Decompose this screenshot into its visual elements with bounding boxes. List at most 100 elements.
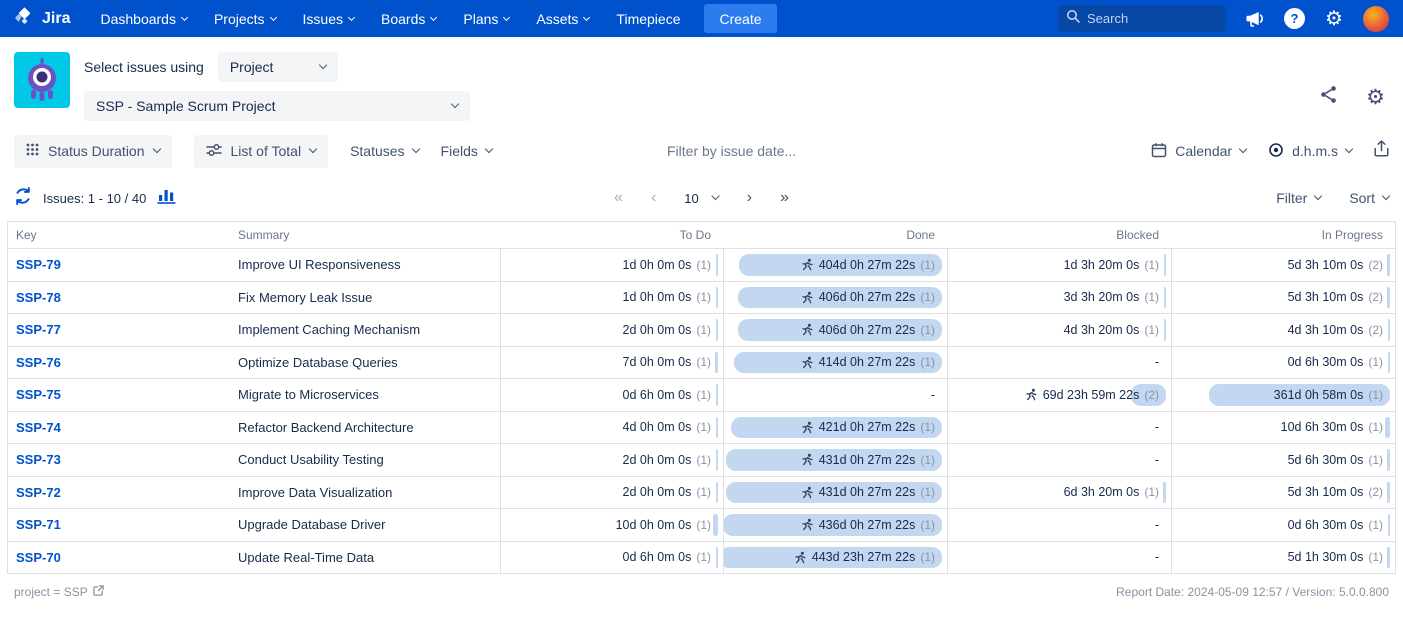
nav-item-dashboards[interactable]: Dashboards	[100, 11, 187, 27]
issue-key-link[interactable]: SSP-75	[16, 387, 61, 402]
refresh-icon[interactable]	[14, 187, 32, 210]
issue-key-link[interactable]: SSP-79	[16, 257, 61, 272]
page-size-select[interactable]: 10	[684, 191, 718, 206]
runner-icon	[794, 551, 807, 564]
calendar-dropdown[interactable]: Calendar	[1151, 142, 1246, 161]
duration-count: (1)	[1368, 388, 1383, 402]
nav-item-boards[interactable]: Boards	[381, 11, 436, 27]
search-icon	[1066, 9, 1080, 28]
issue-key-link[interactable]: SSP-78	[16, 290, 61, 305]
last-page-button[interactable]: »	[780, 190, 789, 206]
chevron-down-icon	[309, 145, 317, 153]
duration-value: 361d 0h 58m 0s	[1274, 388, 1364, 402]
issue-key-link[interactable]: SSP-76	[16, 355, 61, 370]
duration-count: (2)	[1144, 388, 1159, 402]
duration-bar	[1385, 417, 1390, 439]
nav-item-assets[interactable]: Assets	[536, 11, 589, 27]
nav-item-plans[interactable]: Plans	[463, 11, 509, 27]
create-button[interactable]: Create	[704, 4, 776, 33]
nav-item-projects[interactable]: Projects	[214, 11, 276, 27]
statuses-dropdown[interactable]: Statuses	[350, 143, 418, 159]
project-select[interactable]: SSP - Sample Scrum Project	[84, 91, 470, 121]
issue-summary: Update Real-Time Data	[230, 542, 500, 574]
export-icon[interactable]	[1374, 140, 1389, 162]
megaphone-icon[interactable]	[1243, 7, 1267, 31]
search-box[interactable]	[1058, 5, 1226, 32]
table-row: SSP-73 Conduct Usability Testing 2d 0h 0…	[8, 443, 1395, 476]
cell-in-progress: 5d 3h 10m 0s (2)	[1171, 282, 1395, 314]
view-mode-button[interactable]: List of Total	[194, 135, 329, 168]
duration-count: (1)	[696, 355, 711, 369]
issue-key-link[interactable]: SSP-74	[16, 420, 61, 435]
issue-key-link[interactable]: SSP-70	[16, 550, 61, 565]
duration-bar	[1164, 254, 1166, 276]
external-link-icon[interactable]	[93, 585, 104, 599]
pagination-bar: Issues: 1 - 10 / 40 « ‹ 10 › » Filter So…	[0, 177, 1403, 219]
table-body: SSP-79 Improve UI Responsiveness 1d 0h 0…	[8, 248, 1395, 573]
cell-blocked: 6d 3h 20m 0s (1)	[947, 477, 1171, 509]
duration-value: 0d 6h 30m 0s	[1288, 518, 1364, 532]
chevron-down-icon	[1345, 145, 1353, 153]
cell-to-do: 0d 6h 0m 0s (1)	[500, 379, 723, 411]
jira-home-link[interactable]: Jira	[14, 6, 70, 32]
duration-value: 436d 0h 27m 22s	[819, 518, 916, 532]
issue-key-link[interactable]: SSP-77	[16, 322, 61, 337]
nav-item-timepiece[interactable]: Timepiece	[616, 11, 680, 27]
duration-value: 421d 0h 27m 22s	[819, 420, 916, 434]
issue-key-link[interactable]: SSP-73	[16, 452, 61, 467]
duration-value: 4d 0h 0m 0s	[623, 420, 692, 434]
jql-query-label: project = SSP	[14, 585, 88, 599]
column-header-blocked[interactable]: Blocked	[947, 228, 1171, 242]
project-select-value: SSP - Sample Scrum Project	[96, 98, 275, 114]
cell-in-progress: 5d 1h 30m 0s (1)	[1171, 542, 1395, 574]
next-page-button[interactable]: ›	[747, 190, 752, 206]
column-header-done[interactable]: Done	[723, 228, 947, 242]
issue-source-select[interactable]: Project	[218, 52, 338, 82]
issue-key-link[interactable]: SSP-71	[16, 517, 61, 532]
target-icon	[1268, 142, 1284, 161]
date-filter-input[interactable]: Filter by issue date...	[667, 143, 796, 159]
cell-key: SSP-71	[8, 509, 230, 541]
duration-value: 5d 1h 30m 0s	[1288, 550, 1364, 564]
report-type-button[interactable]: Status Duration	[14, 135, 172, 168]
column-header-inprogress[interactable]: In Progress	[1171, 228, 1395, 242]
report-toolbar: Status Duration List of Total Statuses F…	[0, 133, 1403, 169]
cell-done: 431d 0h 27m 22s (1)	[723, 477, 947, 509]
first-page-button[interactable]: «	[614, 190, 623, 206]
cell-to-do: 4d 0h 0m 0s (1)	[500, 412, 723, 444]
duration-bar	[1164, 319, 1166, 341]
prev-page-button[interactable]: ‹	[651, 190, 656, 206]
duration-value: 10d 6h 30m 0s	[1281, 420, 1364, 434]
cell-blocked: -	[947, 444, 1171, 476]
filter-dropdown[interactable]: Filter	[1276, 190, 1321, 206]
duration-count: (1)	[1368, 420, 1383, 434]
issue-key-link[interactable]: SSP-72	[16, 485, 61, 500]
runner-icon	[801, 258, 814, 271]
column-header-key[interactable]: Key	[8, 228, 230, 242]
nav-item-issues[interactable]: Issues	[303, 11, 354, 27]
duration-bar	[1388, 514, 1390, 536]
sort-dropdown[interactable]: Sort	[1349, 190, 1389, 206]
report-settings-icon[interactable]: ⚙	[1366, 87, 1385, 108]
search-input[interactable]	[1087, 11, 1218, 26]
settings-icon[interactable]: ⚙	[1322, 7, 1346, 31]
fields-dropdown[interactable]: Fields	[441, 143, 492, 159]
time-format-label: d.h.m.s	[1292, 143, 1338, 159]
share-icon[interactable]	[1319, 85, 1338, 109]
column-header-summary[interactable]: Summary	[230, 228, 500, 242]
filter-label: Filter	[1276, 190, 1307, 206]
user-avatar[interactable]	[1363, 6, 1389, 32]
nav-item-label: Issues	[303, 11, 343, 27]
sliders-icon	[206, 143, 222, 160]
cell-done: -	[723, 379, 947, 411]
runner-icon	[801, 421, 814, 434]
time-format-dropdown[interactable]: d.h.m.s	[1268, 142, 1352, 161]
column-header-todo[interactable]: To Do	[500, 228, 723, 242]
help-icon[interactable]: ?	[1284, 8, 1305, 29]
duration-value: -	[1155, 550, 1159, 564]
cell-done: 406d 0h 27m 22s (1)	[723, 314, 947, 346]
calendar-label: Calendar	[1175, 143, 1232, 159]
chart-view-icon[interactable]	[157, 187, 176, 209]
chevron-down-icon	[411, 145, 419, 153]
table-row: SSP-70 Update Real-Time Data 0d 6h 0m 0s…	[8, 541, 1395, 574]
